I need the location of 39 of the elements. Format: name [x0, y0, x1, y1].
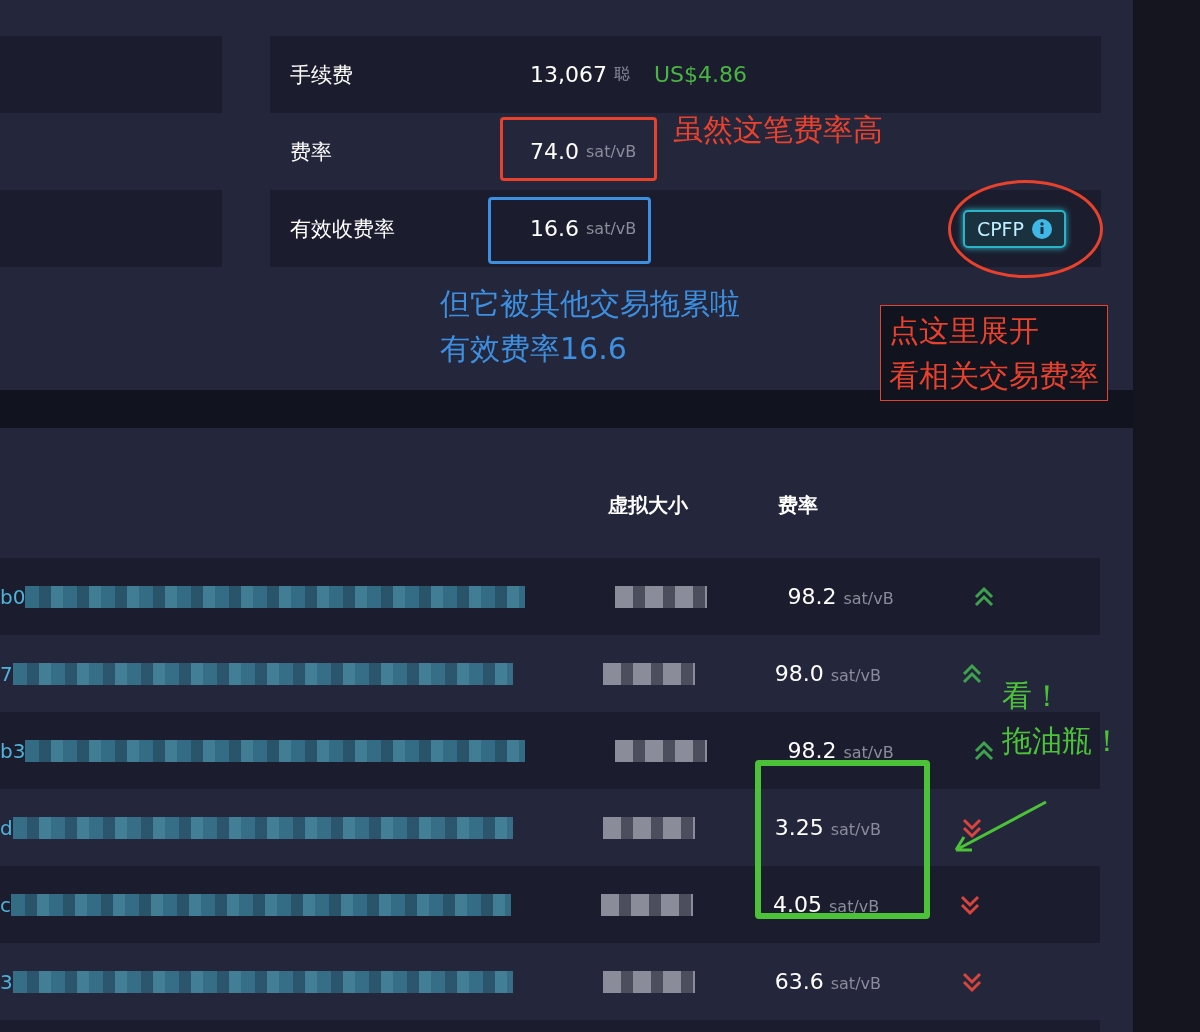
transaction-id-link[interactable]: 3	[0, 969, 13, 994]
unit-label: sat/vB	[586, 142, 637, 161]
unit-label: sat/vB	[843, 589, 894, 608]
fee-rate-value: 98.2	[787, 738, 837, 763]
fee-rate-value: 98.2	[787, 584, 837, 609]
annotation-note: 虽然这笔费率高	[673, 111, 883, 149]
effective-fee-rate-value: 16.6	[530, 216, 579, 241]
field-label: 费率	[290, 138, 333, 166]
annotation-note: 点这里展开 看相关交易费率	[880, 305, 1108, 401]
unit-label: sat/vB	[830, 820, 881, 839]
annotation-note: 看！ 拖油瓶！	[1002, 677, 1122, 760]
double-chevron-up-icon	[960, 661, 983, 686]
unit-label: sat/vB	[843, 743, 894, 762]
double-chevron-up-icon	[973, 738, 996, 763]
double-chevron-up-icon	[973, 584, 996, 609]
column-header: 费率	[778, 491, 819, 519]
cpfp-button[interactable]: CPFP	[962, 209, 1066, 248]
info-icon	[1032, 218, 1052, 239]
unit-label: sat/vB	[830, 974, 881, 993]
fee-rate-value: 74.0	[530, 139, 579, 164]
annotation-note: 但它被其他交易拖累啦 有效费率16.6	[440, 285, 740, 368]
transaction-id-link[interactable]: b0	[0, 584, 26, 609]
unit-label: sat/vB	[829, 897, 880, 916]
unit-label: sat/vB	[586, 219, 637, 238]
field-label: 手续费	[290, 61, 354, 89]
unit-label: 聪	[614, 64, 630, 85]
fee-rate-value: 4.05	[773, 892, 822, 917]
unit-label: sat/vB	[830, 666, 881, 685]
fee-rate-value: 3.25	[774, 815, 824, 840]
fee-rate-value: 98.0	[774, 661, 824, 686]
transaction-id-link[interactable]: b3	[0, 738, 26, 763]
column-header: 虚拟大小	[608, 491, 689, 519]
fee-value: 13,067	[530, 62, 607, 87]
field-label: 有效收费率	[290, 215, 396, 243]
fiat-value: US$4.86	[654, 62, 748, 87]
transaction-id-link[interactable]: d	[0, 815, 13, 840]
transaction-id-link[interactable]: c	[0, 892, 11, 917]
fee-rate-value: 63.6	[774, 969, 824, 994]
transaction-id-link[interactable]: 7	[0, 661, 13, 686]
